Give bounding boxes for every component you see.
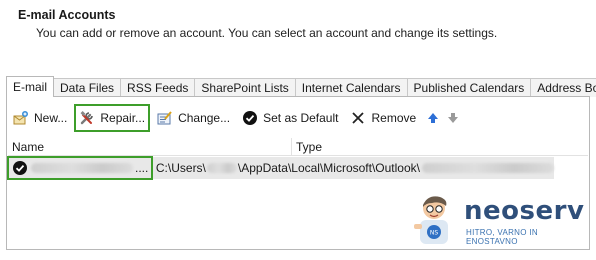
path-prefix: C:\Users\ <box>155 161 206 175</box>
account-name-cell[interactable]: .... <box>7 156 153 180</box>
redacted-account-name <box>31 163 133 173</box>
column-header-type[interactable]: Type <box>292 138 322 155</box>
tab-internet-calendars[interactable]: Internet Calendars <box>294 78 408 97</box>
remove-button-label: Remove <box>371 111 417 125</box>
account-name-ellipsis: .... <box>135 161 149 175</box>
new-button[interactable]: New... <box>10 106 70 130</box>
redacted-username <box>206 163 237 173</box>
change-button[interactable]: Change... <box>154 106 233 130</box>
set-as-default-label: Set as Default <box>263 111 339 125</box>
brand-name: neoserv <box>464 196 585 226</box>
repair-tools-icon <box>79 110 95 126</box>
page-title: E-mail Accounts <box>18 8 116 22</box>
change-settings-icon <box>157 110 173 126</box>
list-header: Name Type <box>8 138 588 156</box>
tab-address-books[interactable]: Address Books <box>530 78 596 97</box>
move-down-arrow-icon[interactable] <box>445 110 461 126</box>
dialog-header: E-mail Accounts You can add or remove an… <box>18 8 497 40</box>
page-subtitle: You can add or remove an account. You ca… <box>36 26 498 40</box>
new-account-icon <box>13 110 29 126</box>
tab-rss-feeds[interactable]: RSS Feeds <box>120 78 196 97</box>
svg-text:NS: NS <box>430 230 438 237</box>
neoserv-logo: NS neoserv HITRO, VARNO IN ENOSTAVNO <box>410 192 590 248</box>
tab-data-files[interactable]: Data Files <box>53 78 122 97</box>
remove-x-icon <box>350 110 366 126</box>
repair-button-label: Repair... <box>100 111 146 125</box>
default-account-check-icon <box>12 160 28 176</box>
tab-published-calendars[interactable]: Published Calendars <box>406 78 532 97</box>
tab-email[interactable]: E-mail <box>6 76 55 97</box>
move-up-arrow-icon[interactable] <box>425 110 441 126</box>
column-header-name[interactable]: Name <box>8 138 292 155</box>
tab-bar: E-mail Data Files RSS Feeds SharePoint L… <box>6 76 596 97</box>
repair-button[interactable]: Repair... <box>74 104 151 132</box>
tab-sharepoint-lists[interactable]: SharePoint Lists <box>194 78 296 97</box>
path-middle: \AppData\Local\Microsoft\Outlook\ <box>237 161 420 175</box>
checkmark-circle-icon <box>242 110 258 126</box>
account-row[interactable]: .... C:\Users\ \AppData\Local\Microsoft\… <box>7 156 554 180</box>
toolbar: New... Repair... Change... Set as Defaul… <box>10 104 465 132</box>
new-button-label: New... <box>34 111 68 125</box>
mascot-icon: NS <box>414 196 448 244</box>
set-as-default-button[interactable]: Set as Default <box>239 106 341 130</box>
account-type-cell: C:\Users\ \AppData\Local\Microsoft\Outlo… <box>152 161 554 175</box>
remove-button[interactable]: Remove <box>347 106 419 130</box>
change-button-label: Change... <box>178 111 231 125</box>
redacted-filename <box>422 163 554 173</box>
brand-tagline: HITRO, VARNO IN ENOSTAVNO <box>466 228 538 246</box>
